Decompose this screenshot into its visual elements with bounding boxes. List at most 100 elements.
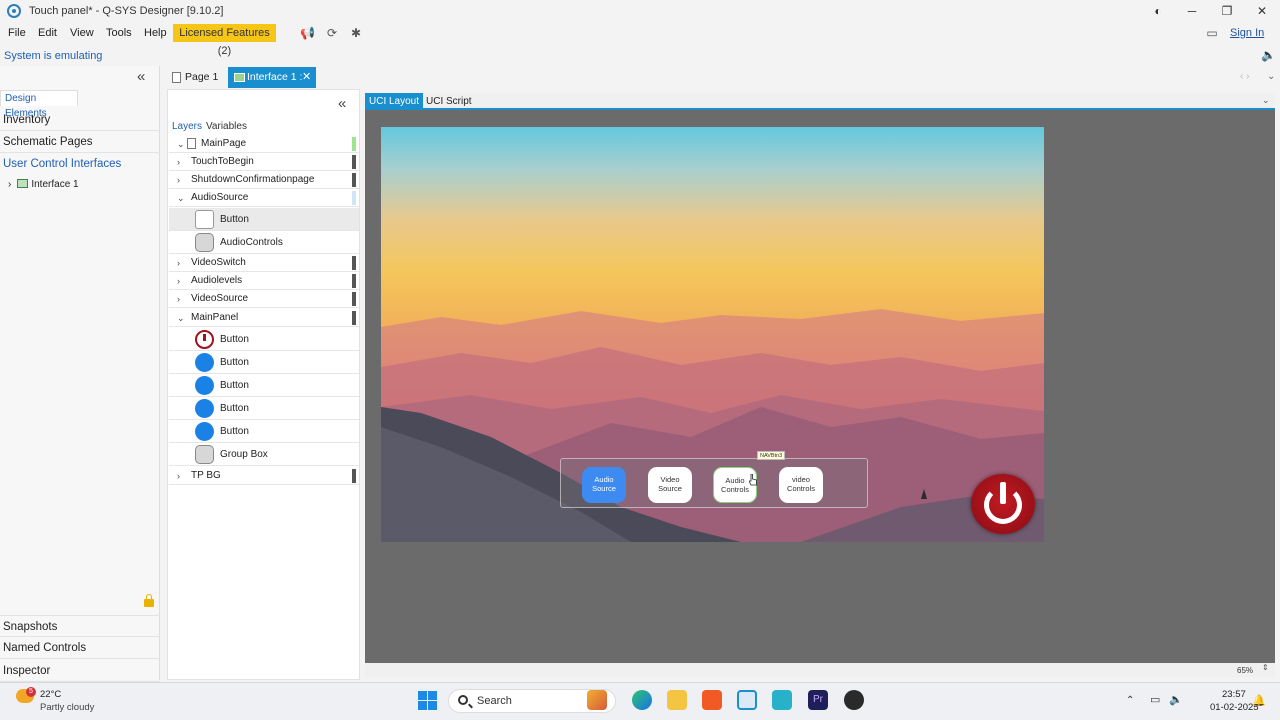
layer-audio-controls[interactable]: AudioControls (169, 231, 359, 254)
tab-uci-script[interactable]: UCI Script (422, 93, 476, 110)
app-icon[interactable] (844, 690, 864, 710)
qsys-designer-taskbar-icon[interactable] (737, 690, 757, 710)
edge-browser-icon[interactable] (632, 690, 652, 710)
layer-main-panel[interactable]: ⌄ MainPanel (169, 309, 359, 327)
layer-button[interactable]: Button (169, 351, 359, 374)
layer-main-page[interactable]: ⌄ MainPage (169, 135, 359, 153)
brave-browser-icon[interactable] (702, 690, 722, 710)
licensed-features-button[interactable]: Licensed Features (2) (173, 24, 276, 57)
menu-view[interactable]: View (70, 27, 94, 39)
nav-audio-source-button[interactable]: Audio Source (582, 467, 626, 503)
visibility-indicator[interactable] (352, 311, 356, 325)
start-button[interactable] (418, 691, 437, 710)
inspector-item[interactable]: Inspector (0, 660, 160, 682)
button-icon (195, 210, 214, 229)
expand-arrow-icon[interactable]: › (8, 179, 11, 190)
visibility-indicator[interactable] (352, 173, 356, 187)
emulate-icon[interactable]: ⟳ (325, 26, 339, 40)
named-controls-item[interactable]: Named Controls (0, 637, 160, 659)
inventory-item[interactable]: Inventory (0, 109, 160, 131)
weather-condition[interactable]: Partly cloudy (40, 702, 94, 713)
speaker-icon[interactable]: 🔈 (1261, 48, 1276, 62)
visibility-indicator[interactable] (352, 155, 356, 169)
widgets-app-icon[interactable] (587, 690, 607, 710)
clock-time[interactable]: 23:57 (1222, 689, 1246, 700)
design-elements-tab[interactable]: Design Elements (0, 90, 78, 119)
collapse-layers-icon[interactable]: « (338, 95, 346, 112)
layer-shutdown-confirmation[interactable]: › ShutdownConfirmationpage (169, 171, 359, 189)
expand-arrow-icon[interactable]: › (177, 272, 180, 290)
file-explorer-icon[interactable] (667, 690, 687, 710)
expand-arrow-icon[interactable]: › (177, 290, 180, 308)
zoom-level[interactable]: 65% (1237, 666, 1253, 675)
interface-tree-item[interactable]: › Interface 1 (8, 178, 79, 192)
menu-help[interactable]: Help (144, 27, 167, 39)
store-app-icon[interactable] (772, 690, 792, 710)
theme-contrast-icon[interactable]: ◐ (1148, 3, 1168, 19)
layer-audio-source-button[interactable]: Button (169, 208, 359, 231)
uci-dropdown-icon[interactable]: ⌄ (1262, 95, 1270, 106)
layer-power-button[interactable]: Button (169, 328, 359, 351)
tab-prev-icon[interactable]: ‹ › (1240, 71, 1249, 82)
device-icon[interactable]: ▭ (1202, 26, 1222, 40)
user-control-interfaces-item[interactable]: User Control Interfaces (0, 153, 160, 175)
menu-file[interactable]: File (8, 27, 26, 39)
layer-button[interactable]: Button (169, 397, 359, 420)
layer-group-box[interactable]: Group Box (169, 443, 359, 466)
close-tab-icon[interactable]: ✕ (302, 67, 311, 88)
snapshots-item[interactable]: Snapshots (0, 615, 160, 637)
close-button[interactable]: ✕ (1252, 3, 1272, 19)
expand-arrow-icon[interactable]: › (177, 153, 180, 171)
layer-video-switch[interactable]: › VideoSwitch (169, 254, 359, 272)
visibility-indicator[interactable] (352, 191, 356, 205)
tab-list-icon[interactable]: ⌄ (1267, 71, 1275, 82)
collapse-arrow-icon[interactable]: ⌄ (177, 135, 185, 153)
nav-video-source-button[interactable]: Video Source (648, 467, 692, 503)
layer-tp-bg[interactable]: › TP BG (169, 467, 359, 485)
menu-tools[interactable]: Tools (106, 27, 132, 39)
emulation-status: System is emulating (4, 50, 103, 62)
layer-audio-source[interactable]: ⌄ AudioSource (169, 189, 359, 207)
nav-video-controls-button[interactable]: video Controls (779, 467, 823, 503)
layer-button[interactable]: Button (169, 374, 359, 397)
expand-arrow-icon[interactable]: › (177, 171, 180, 189)
lock-icon[interactable] (144, 594, 154, 607)
tab-layers[interactable]: Layers (172, 121, 202, 132)
layer-button[interactable]: Button (169, 420, 359, 443)
network-icon[interactable]: ▭ (1150, 693, 1160, 706)
visibility-indicator[interactable] (352, 256, 356, 270)
menu-edit[interactable]: Edit (38, 27, 57, 39)
sign-in-link[interactable]: Sign In (1230, 27, 1264, 39)
layer-name: Button (220, 426, 249, 437)
layer-video-source[interactable]: › VideoSource (169, 290, 359, 308)
volume-icon[interactable]: 🔈 (1169, 693, 1183, 706)
power-button[interactable] (971, 474, 1035, 534)
visibility-indicator[interactable] (352, 469, 356, 483)
tab-interface-1[interactable]: Interface 1 : ✕ (228, 67, 316, 88)
tab-variables[interactable]: Variables (206, 121, 247, 132)
show-hidden-icons[interactable]: ⌃ (1126, 695, 1134, 706)
notification-bell-icon[interactable]: 🔔 (1252, 694, 1266, 707)
visibility-indicator[interactable] (352, 274, 356, 288)
layer-audio-levels[interactable]: › Audiolevels (169, 272, 359, 290)
plugin-icon[interactable]: ✱ (349, 26, 363, 40)
collapse-left-icon[interactable]: « (137, 68, 145, 85)
minimize-button[interactable]: ─ (1182, 3, 1202, 19)
layer-touch-to-begin[interactable]: › TouchToBegin (169, 153, 359, 171)
premiere-pro-icon[interactable]: Pr (808, 690, 828, 710)
temperature[interactable]: 22°C (40, 689, 61, 700)
tab-page-1[interactable]: Page 1 (166, 67, 228, 88)
collapse-arrow-icon[interactable]: ⌄ (177, 309, 185, 327)
tab-uci-layout[interactable]: UCI Layout (365, 93, 424, 110)
megaphone-icon[interactable]: 📢 (300, 26, 315, 40)
zoom-stepper-icon[interactable]: ⇕ (1262, 663, 1269, 672)
expand-arrow-icon[interactable]: › (177, 254, 180, 272)
restore-button[interactable]: ❐ (1217, 3, 1237, 19)
collapse-arrow-icon[interactable]: ⌄ (177, 189, 185, 207)
uci-tabs: UCI Layout UCI Script ⌄ (365, 93, 1275, 110)
expand-arrow-icon[interactable]: › (177, 467, 180, 485)
visibility-indicator[interactable] (352, 292, 356, 306)
visibility-indicator[interactable] (352, 137, 356, 151)
schematic-pages-item[interactable]: Schematic Pages (0, 131, 160, 153)
canvas-scrollbar[interactable] (365, 663, 1275, 677)
